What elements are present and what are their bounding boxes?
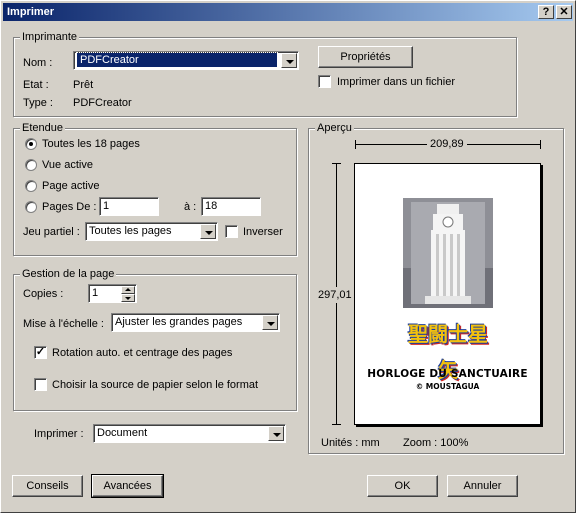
pages-from-input[interactable]: 1 (99, 197, 159, 216)
chevron-down-icon[interactable] (200, 224, 216, 239)
print-dialog: Imprimer ? ✕ Imprimante Nom : PDFCreator… (0, 0, 576, 513)
preview-group-label: Aperçu (315, 121, 354, 135)
range-group-label: Etendue (20, 121, 65, 135)
subset-label: Jeu partiel : (23, 226, 80, 238)
properties-button[interactable]: Propriétés (318, 46, 413, 68)
chevron-down-icon[interactable] (268, 426, 284, 441)
preview-page: 聖闘士星矢 HORLOGE DU SANCTUAIRE © MOUSTAGUA (354, 163, 541, 425)
pages-to-input[interactable]: 18 (201, 197, 261, 216)
preview-width-value: 209,89 (427, 137, 467, 151)
width-dimension-tick-left (355, 140, 356, 149)
printer-name-value: PDFCreator (76, 52, 278, 68)
print-what-label: Imprimer : (34, 428, 84, 440)
preview-page-title: HORLOGE DU SANCTUAIRE (367, 368, 528, 380)
printer-name-select[interactable]: PDFCreator (73, 51, 299, 70)
copies-value: 1 (92, 287, 99, 299)
chevron-down-icon[interactable] (262, 315, 278, 330)
print-what-select[interactable]: Document (93, 424, 286, 443)
page-handling-group-label: Gestion de la page (20, 267, 117, 281)
spin-up-icon[interactable] (121, 286, 135, 294)
close-button[interactable]: ✕ (556, 5, 572, 19)
printer-state-label: Etat : (23, 79, 49, 91)
tips-button[interactable]: Conseils (12, 475, 83, 497)
ok-button[interactable]: OK (367, 475, 438, 497)
print-to-file-label[interactable]: Imprimer dans un fichier (337, 75, 455, 89)
paper-source-label[interactable]: Choisir la source de papier selon le for… (52, 378, 258, 392)
printer-type-label: Type : (23, 97, 53, 109)
subset-select[interactable]: Toutes les pages (85, 222, 218, 241)
reverse-checkbox[interactable] (225, 225, 238, 238)
radio-current-page[interactable] (25, 180, 37, 192)
clock-tower-image (403, 198, 493, 308)
height-dimension-tick-top (332, 163, 341, 164)
print-to-file-checkbox[interactable] (318, 75, 331, 88)
paper-source-checkbox[interactable] (34, 378, 47, 391)
close-icon: ✕ (559, 6, 569, 18)
saint-seiya-logo: 聖闘士星矢 (408, 322, 488, 382)
pages-to-label: à : (184, 201, 197, 213)
radio-current-view[interactable] (25, 159, 37, 171)
advanced-button[interactable]: Avancées (91, 474, 164, 498)
printer-group-label: Imprimante (20, 30, 80, 44)
copies-stepper[interactable]: 1 (88, 284, 137, 303)
radio-pages-range[interactable] (25, 201, 37, 213)
help-icon: ? (542, 6, 550, 18)
units-label: Unités : mm (321, 437, 380, 449)
window-title: Imprimer (7, 6, 55, 18)
autorotate-label[interactable]: Rotation auto. et centrage des pages (52, 346, 232, 360)
help-button[interactable]: ? (538, 5, 554, 19)
pages-from-label[interactable]: Pages De : (42, 200, 96, 214)
current-view-label[interactable]: Vue active (42, 158, 93, 172)
title-bar[interactable]: Imprimer (3, 3, 573, 21)
scaling-value: Ajuster les grandes pages (115, 316, 243, 328)
zoom-label: Zoom : 100% (403, 437, 469, 449)
copies-label: Copies : (23, 288, 64, 300)
preview-page-subtitle: © MOUSTAGUA (415, 382, 480, 391)
preview-height-value: 297,01 (318, 287, 352, 303)
spin-down-icon[interactable] (121, 294, 135, 302)
autorotate-checkbox[interactable]: ✓ (34, 346, 47, 359)
printer-type-value: PDFCreator (73, 97, 132, 109)
radio-all-pages[interactable] (25, 138, 37, 150)
scaling-label: Mise à l'échelle : (23, 318, 104, 330)
printer-state-value: Prêt (73, 79, 94, 91)
print-what-value: Document (97, 427, 148, 439)
cancel-button[interactable]: Annuler (447, 475, 518, 497)
chevron-down-icon[interactable] (281, 53, 297, 68)
scaling-select[interactable]: Ajuster les grandes pages (111, 313, 280, 332)
height-dimension-tick-bottom (332, 424, 341, 425)
current-page-label[interactable]: Page active (42, 179, 99, 193)
width-dimension-tick-right (540, 140, 541, 149)
reverse-label[interactable]: Inverser (243, 225, 283, 239)
printer-name-label: Nom : (23, 57, 53, 69)
all-pages-label[interactable]: Toutes les 18 pages (42, 137, 140, 151)
subset-value: Toutes les pages (89, 225, 172, 237)
